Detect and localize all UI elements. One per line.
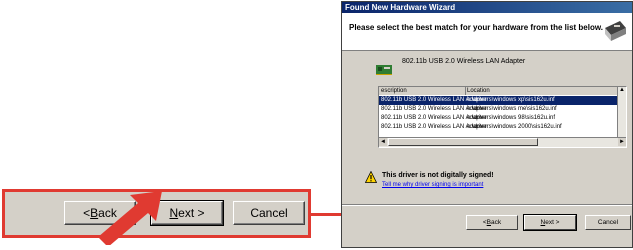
scroll-up-icon[interactable]: ▲ — [619, 87, 625, 93]
scroll-right-icon[interactable]: ► — [618, 138, 626, 146]
row-location: e:\drivers\windows 98\sis162u.inf — [467, 115, 556, 121]
zoom-next-rest: ext > — [178, 206, 205, 220]
list-row-selected[interactable]: 802.11b USB 2.0 Wireless LAN Adapter e:\… — [379, 96, 618, 105]
column-description[interactable]: escription — [381, 87, 466, 95]
row-location: e:\drivers\windows 2000\sis162u.inf — [467, 124, 562, 130]
next-button[interactable]: Next > — [523, 214, 577, 231]
zoom-cancel-button[interactable]: Cancel — [233, 201, 305, 225]
found-new-hardware-wizard-window: Found New Hardware Wizard Please select … — [341, 1, 633, 248]
driver-signing-link[interactable]: Tell me why driver signing is important — [382, 182, 483, 188]
warning-title: This driver is not digitally signed! — [382, 172, 494, 179]
row-location: e:\drivers\windows xp\sis162u.inf — [467, 97, 555, 103]
device-name: 802.11b USB 2.0 Wireless LAN Adapter — [402, 58, 526, 65]
driver-list[interactable]: escription Location 802.11b USB 2.0 Wire… — [378, 86, 627, 148]
back-rest: ack — [491, 219, 502, 226]
column-location[interactable]: Location — [467, 87, 490, 95]
window-title: Found New Hardware Wizard — [342, 2, 632, 13]
wizard-header: Please select the best match for your ha… — [342, 13, 632, 51]
list-row[interactable]: 802.11b USB 2.0 Wireless LAN Adapter e:\… — [379, 105, 618, 114]
horizontal-scrollbar[interactable]: ◄ ► — [379, 137, 626, 147]
vertical-scrollbar[interactable]: ▲ — [617, 87, 626, 138]
list-row[interactable]: 802.11b USB 2.0 Wireless LAN Adapter e:\… — [379, 114, 618, 123]
list-header: escription Location — [379, 87, 618, 95]
next-rest: ext > — [545, 219, 560, 226]
pointer-arrow-icon — [98, 191, 162, 245]
zoom-cancel-label: Cancel — [250, 206, 288, 220]
cancel-button[interactable]: Cancel — [585, 215, 631, 230]
hardware-wizard-icon — [603, 19, 627, 43]
scroll-thumb[interactable] — [388, 138, 538, 146]
list-row[interactable]: 802.11b USB 2.0 Wireless LAN Adapter e:\… — [379, 123, 618, 132]
network-adapter-icon — [376, 65, 392, 75]
row-location: e:\drivers\windows me\sis162u.inf — [467, 106, 557, 112]
warning-icon — [365, 171, 377, 183]
header-text: Please select the best match for your ha… — [349, 23, 603, 32]
footer-divider — [342, 204, 632, 206]
cancel-label: Cancel — [597, 219, 619, 226]
back-button[interactable]: < Back — [466, 215, 518, 230]
scroll-left-icon[interactable]: ◄ — [379, 138, 387, 146]
